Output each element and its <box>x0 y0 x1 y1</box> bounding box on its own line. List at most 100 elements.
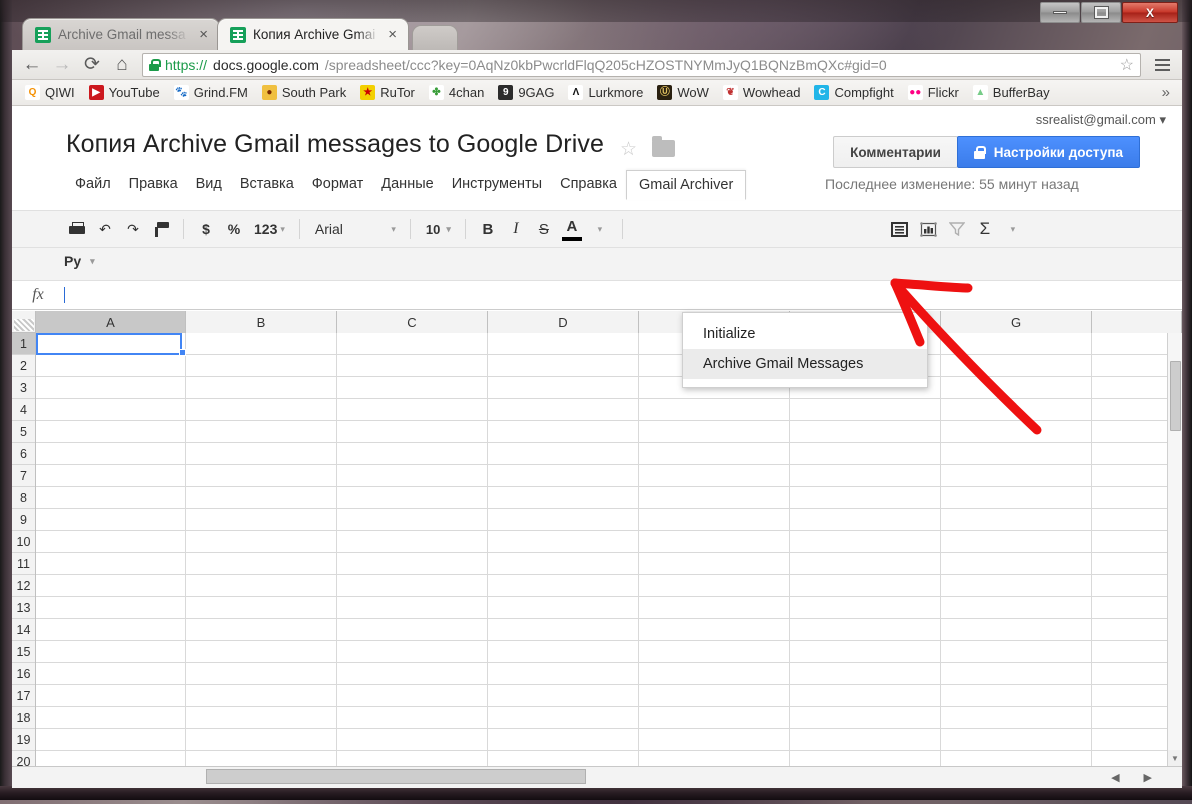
browser-tab-2[interactable]: Копия Archive Gmai × <box>217 18 409 50</box>
cell-D1[interactable] <box>488 333 639 355</box>
cell-G15[interactable] <box>941 641 1092 663</box>
text-color-caret[interactable]: ▾ <box>587 216 613 242</box>
forward-button[interactable]: → <box>48 52 76 78</box>
cell-A14[interactable] <box>36 619 186 641</box>
cell-C19[interactable] <box>337 729 488 751</box>
bookmark-bufferbay[interactable]: ▲ BufferBay <box>966 83 1057 102</box>
cell-G1[interactable] <box>941 333 1092 355</box>
cell-G4[interactable] <box>941 399 1092 421</box>
back-button[interactable]: ← <box>18 52 46 78</box>
italic-button[interactable]: I <box>503 216 529 242</box>
row-header-18[interactable]: 18 <box>12 707 35 729</box>
cell-E18[interactable] <box>639 707 790 729</box>
bookmark-grind-fm[interactable]: 🐾 Grind.FM <box>167 83 255 102</box>
cell-F7[interactable] <box>790 465 941 487</box>
cell-A1[interactable] <box>36 333 186 355</box>
cell-F15[interactable] <box>790 641 941 663</box>
bookmark-9gag[interactable]: 9 9GAG <box>491 83 561 102</box>
menu-item-2[interactable]: Вид <box>187 170 231 198</box>
cell-D12[interactable] <box>488 575 639 597</box>
star-icon[interactable]: ☆ <box>620 138 637 161</box>
column-header-G[interactable]: G <box>941 311 1092 333</box>
cell-F6[interactable] <box>790 443 941 465</box>
currency-format-button[interactable]: $ <box>193 216 219 242</box>
row-header-16[interactable]: 16 <box>12 663 35 685</box>
share-button[interactable]: Настройки доступа <box>956 136 1140 168</box>
cell-C2[interactable] <box>337 355 488 377</box>
percent-format-button[interactable]: % <box>221 216 247 242</box>
menu-item-7[interactable]: Справка <box>551 170 626 198</box>
row-header-3[interactable]: 3 <box>12 377 35 399</box>
cell-C5[interactable] <box>337 421 488 443</box>
cell-A6[interactable] <box>36 443 186 465</box>
cell-G12[interactable] <box>941 575 1092 597</box>
cell-C3[interactable] <box>337 377 488 399</box>
cell-E10[interactable] <box>639 531 790 553</box>
cell-B4[interactable] <box>186 399 337 421</box>
cell-G17[interactable] <box>941 685 1092 707</box>
row-header-6[interactable]: 6 <box>12 443 35 465</box>
cell-B3[interactable] <box>186 377 337 399</box>
row-header-17[interactable]: 17 <box>12 685 35 707</box>
folder-icon[interactable] <box>652 136 675 157</box>
cell-A7[interactable] <box>36 465 186 487</box>
row-header-1[interactable]: 1 <box>12 333 35 355</box>
account-menu[interactable]: ssrealist@gmail.com ▾ <box>1036 112 1166 128</box>
bookmark-star-icon[interactable]: ☆ <box>1120 55 1134 75</box>
cell-D13[interactable] <box>488 597 639 619</box>
cell-E19[interactable] <box>639 729 790 751</box>
browser-tab-1[interactable]: Archive Gmail messa × <box>22 18 220 50</box>
tab-close-icon[interactable]: × <box>386 27 399 42</box>
cell-D2[interactable] <box>488 355 639 377</box>
cell-B16[interactable] <box>186 663 337 685</box>
row-header-19[interactable]: 19 <box>12 729 35 751</box>
cell-E5[interactable] <box>639 421 790 443</box>
horizontal-scrollbar-thumb[interactable] <box>206 769 586 784</box>
cell-F11[interactable] <box>790 553 941 575</box>
vertical-scrollbar[interactable] <box>1167 333 1182 766</box>
horizontal-scrollbar[interactable] <box>36 766 1096 788</box>
tab-close-icon[interactable]: × <box>197 27 210 42</box>
row-header-2[interactable]: 2 <box>12 355 35 377</box>
bookmark-south-park[interactable]: ● South Park <box>255 83 353 102</box>
cell-G14[interactable] <box>941 619 1092 641</box>
cell-D10[interactable] <box>488 531 639 553</box>
cell-D15[interactable] <box>488 641 639 663</box>
new-tab-button[interactable] <box>412 25 458 50</box>
cell-G3[interactable] <box>941 377 1092 399</box>
font-size-selector[interactable]: 10 ▾ <box>420 216 456 242</box>
cell-F18[interactable] <box>790 707 941 729</box>
row-header-15[interactable]: 15 <box>12 641 35 663</box>
cell-E7[interactable] <box>639 465 790 487</box>
cell-C11[interactable] <box>337 553 488 575</box>
cell-B2[interactable] <box>186 355 337 377</box>
cell-A9[interactable] <box>36 509 186 531</box>
cell-A12[interactable] <box>36 575 186 597</box>
menu-item-6[interactable]: Инструменты <box>443 170 551 198</box>
reload-button[interactable]: ⟳ <box>78 52 106 78</box>
cell-F12[interactable] <box>790 575 941 597</box>
cell-B1[interactable] <box>186 333 337 355</box>
cell-B5[interactable] <box>186 421 337 443</box>
bookmark-lurkmore[interactable]: Λ Lurkmore <box>561 83 650 102</box>
cell-B19[interactable] <box>186 729 337 751</box>
address-bar[interactable]: https:// docs.google.com/spreadsheet/ccc?… <box>142 52 1141 77</box>
cell-G5[interactable] <box>941 421 1092 443</box>
cell-D3[interactable] <box>488 377 639 399</box>
cell-B6[interactable] <box>186 443 337 465</box>
cell-C1[interactable] <box>337 333 488 355</box>
cell-D19[interactable] <box>488 729 639 751</box>
cell-E6[interactable] <box>639 443 790 465</box>
merge-cells-button[interactable] <box>886 216 913 242</box>
cell-G18[interactable] <box>941 707 1092 729</box>
row-header-5[interactable]: 5 <box>12 421 35 443</box>
cell-B15[interactable] <box>186 641 337 663</box>
select-all-corner[interactable] <box>12 311 36 333</box>
bookmark-qiwi[interactable]: Q QIWI <box>18 83 82 102</box>
bookmark-wow[interactable]: Ⓤ WoW <box>650 83 716 102</box>
cell-C9[interactable] <box>337 509 488 531</box>
cell-G7[interactable] <box>941 465 1092 487</box>
cell-B11[interactable] <box>186 553 337 575</box>
cell-E16[interactable] <box>639 663 790 685</box>
redo-button[interactable]: ↷ <box>120 216 146 242</box>
